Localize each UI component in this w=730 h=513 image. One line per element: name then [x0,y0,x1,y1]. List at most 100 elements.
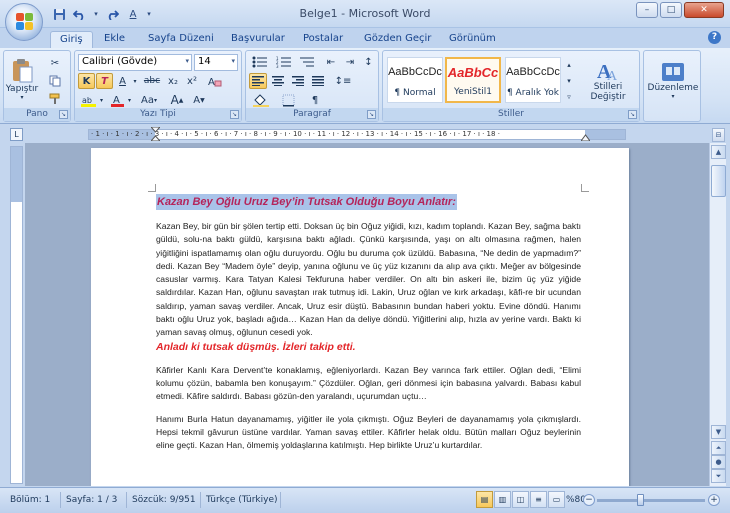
tab-basvurular[interactable]: Başvurular [222,31,294,48]
styles-more-icon[interactable]: ▿ [563,89,575,104]
tab-gorunum[interactable]: Görünüm [440,31,505,48]
minimize-button[interactable]: – [636,2,658,18]
show-formatting-icon[interactable]: ¶ [306,92,324,108]
document-content[interactable]: Kazan Bey Oğlu Uruz Bey’in Tutsak Olduğu… [156,194,581,452]
svg-text:ab: ab [82,96,92,105]
shading-icon[interactable] [249,92,273,108]
cut-icon[interactable]: ✂ [46,55,64,71]
font-color-dropdown-icon[interactable]: ▾ [126,92,133,108]
margin-corner-mark [581,184,589,192]
horizontal-ruler[interactable]: · 1 · ı · 1 · ı · 2 · ı · 3 · ı · 4 · ı … [88,127,626,141]
close-button[interactable]: ✕ [684,2,724,18]
increase-indent-icon[interactable]: ⇥ [341,54,359,70]
status-separator [60,492,61,508]
style-yenistil1[interactable]: AaBbCc YeniStil1 [445,57,501,103]
font-color-icon[interactable]: A [108,92,126,108]
shrink-arrow-icon: ▼ [200,96,205,104]
right-indent-marker-icon[interactable] [581,133,590,141]
tab-postalar[interactable]: Postalar [294,31,352,48]
next-page-icon[interactable]: ⏷ [711,469,726,483]
web-layout-view-icon[interactable]: ◫ [512,491,529,508]
font-name-combo[interactable]: Calibri (Gövde) ▾ [78,54,192,71]
status-language[interactable]: Türkçe (Türkiye) [206,495,278,505]
change-case-button[interactable]: Aa ▾ [137,92,161,108]
ribbon-tabs: Giriş Ekle Sayfa Düzeni Başvurular Posta… [0,28,730,48]
style-normal[interactable]: AaBbCcDc ¶ Normal [387,57,443,103]
paragraph-launcher-icon[interactable]: ↘ [367,110,376,119]
decrease-indent-icon[interactable]: ⇤ [322,54,340,70]
scroll-thumb[interactable] [711,165,726,197]
multilevel-list-icon[interactable] [297,54,319,70]
subscript-button[interactable]: x₂ [164,73,182,89]
status-section[interactable]: Bölüm: 1 [10,495,50,505]
copy-icon[interactable] [46,73,64,89]
browse-object-icon[interactable]: ● [711,455,726,469]
editing-button[interactable]: Düzenleme ▾ [647,53,699,107]
styles-scroll-down-icon[interactable]: ▾ [563,73,575,88]
strikethrough-button[interactable]: abc [141,73,163,89]
font-launcher-icon[interactable]: ↘ [230,110,239,119]
clipboard-launcher-icon[interactable]: ↘ [59,110,68,119]
window-controls: – □ ✕ [636,2,724,18]
view-ruler-icon[interactable]: ⊟ [712,128,725,142]
style-aralik-yok-sample: AaBbCcDc [506,66,560,78]
print-layout-view-icon[interactable]: ▤ [476,491,493,508]
full-screen-reading-view-icon[interactable]: ▥ [494,491,511,508]
styles-scroll-up-icon[interactable]: ▴ [563,57,575,72]
line-spacing-icon[interactable]: ↕≡ [331,73,355,89]
grow-font-button[interactable]: A ▲ [167,92,187,108]
align-left-icon[interactable] [249,73,267,89]
format-painter-icon[interactable] [46,91,64,107]
editing-group: Düzenleme ▾ [643,50,701,122]
scroll-up-icon[interactable]: ▲ [711,145,726,159]
svg-text:3: 3 [276,64,279,68]
zoom-slider-track[interactable] [597,499,705,502]
tab-gozden-gecir[interactable]: Gözden Geçir [355,31,440,48]
font-size-combo[interactable]: 14 ▾ [194,54,238,71]
status-word-count[interactable]: Sözcük: 9/951 [132,495,196,505]
paragraph-3: Hanımı Burla Hatun dayanamamış, yiğitler… [156,413,581,451]
tab-giris[interactable]: Giriş [50,31,93,48]
bullets-icon[interactable] [249,54,271,70]
zoom-slider-thumb[interactable] [637,494,644,506]
underline-dropdown-icon[interactable]: ▾ [131,73,139,89]
vertical-scrollbar[interactable]: ▲ ▼ ⏶ ● ⏷ [709,143,726,486]
paste-dropdown-icon: ▾ [20,93,24,101]
previous-page-icon[interactable]: ⏶ [711,441,726,455]
outline-view-icon[interactable]: ≡ [530,491,547,508]
styles-group-label: Stiller [383,108,639,121]
scroll-down-icon[interactable]: ▼ [711,425,726,439]
status-page[interactable]: Sayfa: 1 / 3 [66,495,117,505]
help-icon[interactable]: ? [708,31,721,44]
draft-view-icon[interactable]: ▭ [548,491,565,508]
align-center-icon[interactable] [269,73,287,89]
clear-formatting-icon[interactable]: A [205,73,225,89]
shrink-font-button[interactable]: A ▼ [189,92,209,108]
paste-button[interactable]: Yapıştır ▾ [6,53,38,105]
justify-icon[interactable] [309,73,327,89]
italic-button[interactable]: T [96,73,113,89]
indent-marker-icon[interactable] [151,127,160,141]
document-page[interactable]: Kazan Bey Oğlu Uruz Bey’in Tutsak Olduğu… [91,148,629,486]
zoom-out-icon[interactable]: − [583,494,595,506]
borders-icon[interactable] [276,92,300,108]
zoom-in-icon[interactable]: + [708,494,720,506]
superscript-button[interactable]: x² [183,73,201,89]
change-styles-button[interactable]: AA Stilleri Değiştir [579,53,637,107]
align-right-icon[interactable] [289,73,307,89]
tab-sayfa-duzeni[interactable]: Sayfa Düzeni [139,31,223,48]
change-case-label: Aa [141,94,154,106]
tab-selector-icon[interactable]: L [10,128,23,141]
style-aralik-yok[interactable]: AaBbCcDc ¶ Aralık Yok [505,57,561,103]
sort-icon[interactable]: ↕ [360,54,377,70]
office-button[interactable] [5,3,43,41]
tab-ekle[interactable]: Ekle [95,31,134,48]
highlight-color-icon[interactable]: ab [78,92,98,108]
highlight-dropdown-icon[interactable]: ▾ [98,92,105,108]
bold-button[interactable]: K [78,73,95,89]
styles-launcher-icon[interactable]: ↘ [628,110,637,119]
numbering-icon[interactable]: 123 [273,54,295,70]
underline-button[interactable]: A [114,73,131,89]
vertical-ruler[interactable] [10,146,23,484]
maximize-button[interactable]: □ [660,2,682,18]
